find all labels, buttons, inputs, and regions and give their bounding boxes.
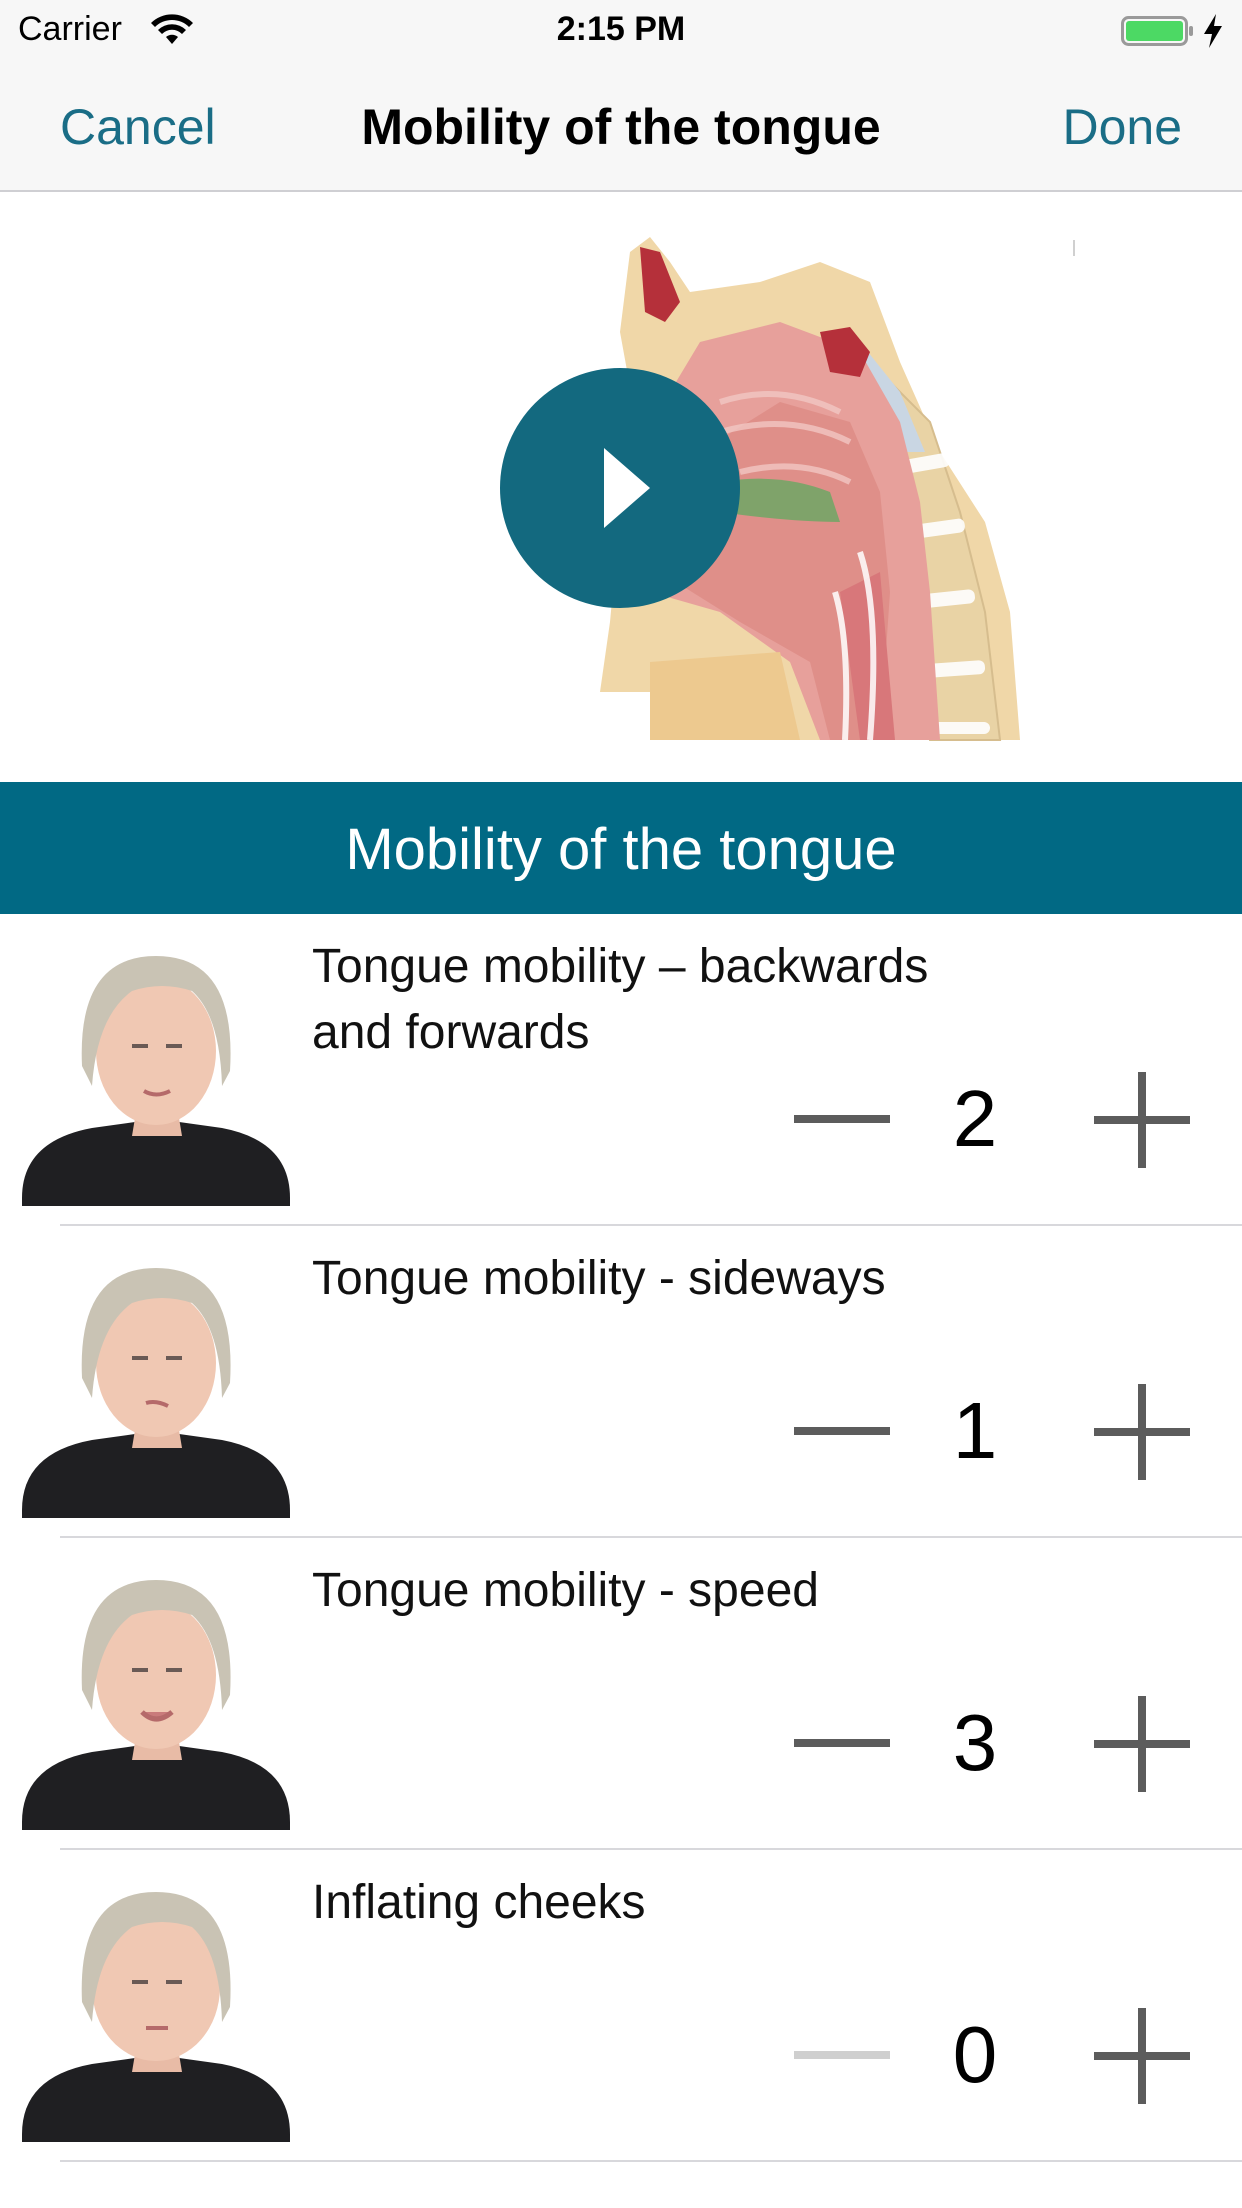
- exercise-label: Tongue mobility - speed: [312, 1564, 819, 1617]
- increment-button[interactable]: [1080, 1690, 1200, 1798]
- score-value: 3: [952, 1698, 998, 1787]
- video-player[interactable]: [0, 192, 1242, 782]
- play-button[interactable]: [500, 368, 740, 608]
- nav-title: Mobility of the tongue: [361, 99, 881, 155]
- decrement-button[interactable]: [780, 1391, 900, 1471]
- exercise-label: Inflating cheeks: [312, 1876, 646, 1929]
- list-item: Tongue mobility – backwards and forwards…: [0, 914, 1242, 1226]
- exercise-thumbnail: [22, 1248, 290, 1518]
- score-stepper: 0: [780, 1990, 1200, 2120]
- status-bar: Carrier 2:15 PM: [0, 0, 1242, 62]
- plus-icon-vertical: [1138, 1696, 1146, 1792]
- score-value: 1: [952, 1386, 998, 1475]
- decrement-button[interactable]: [780, 2015, 900, 2095]
- decrement-button[interactable]: [780, 1079, 900, 1159]
- play-icon: [604, 448, 650, 528]
- minus-icon: [794, 1427, 890, 1435]
- battery-icon: [1121, 16, 1193, 46]
- navigation-bar: Cancel Mobility of the tongue Done: [0, 62, 1242, 192]
- minus-icon: [794, 1115, 890, 1123]
- exercise-thumbnail: [22, 1560, 290, 1830]
- exercise-thumbnail: [22, 936, 290, 1206]
- score-stepper: 3: [780, 1678, 1200, 1808]
- exercise-label: Tongue mobility – backwards and forwards: [312, 940, 929, 1059]
- exercise-thumbnail: [22, 1872, 290, 2142]
- status-time: 2:15 PM: [556, 10, 686, 48]
- section-header: Mobility of the tongue: [0, 782, 1242, 914]
- plus-icon-vertical: [1138, 2008, 1146, 2104]
- row-divider: [60, 2160, 1242, 2162]
- person-photo-icon: [22, 1580, 290, 1830]
- exercise-list: Tongue mobility – backwards and forwards…: [0, 914, 1242, 2162]
- exercise-label: Tongue mobility - sideways: [312, 1252, 886, 1305]
- decrement-button[interactable]: [780, 1703, 900, 1783]
- list-item: Inflating cheeks 0: [0, 1850, 1242, 2162]
- plus-icon-vertical: [1138, 1384, 1146, 1480]
- increment-button[interactable]: [1080, 1066, 1200, 1174]
- score-stepper: 2: [780, 1054, 1200, 1184]
- done-button[interactable]: Done: [1062, 98, 1182, 156]
- person-photo-icon: [22, 1892, 290, 2142]
- score-value: 2: [952, 1074, 998, 1163]
- charging-bolt-icon: [1204, 14, 1222, 48]
- plus-icon-vertical: [1138, 1072, 1146, 1168]
- list-item: Tongue mobility - sideways 1: [0, 1226, 1242, 1538]
- minus-icon: [794, 1739, 890, 1747]
- person-photo-icon: [22, 956, 290, 1206]
- minus-icon: [794, 2051, 890, 2059]
- score-stepper: 1: [780, 1366, 1200, 1496]
- person-photo-icon: [22, 1268, 290, 1518]
- increment-button[interactable]: [1080, 1378, 1200, 1486]
- increment-button[interactable]: [1080, 2002, 1200, 2110]
- score-value: 0: [952, 2010, 998, 2099]
- section-title: Mobility of the tongue: [345, 817, 897, 882]
- list-item: Tongue mobility - speed 3: [0, 1538, 1242, 1850]
